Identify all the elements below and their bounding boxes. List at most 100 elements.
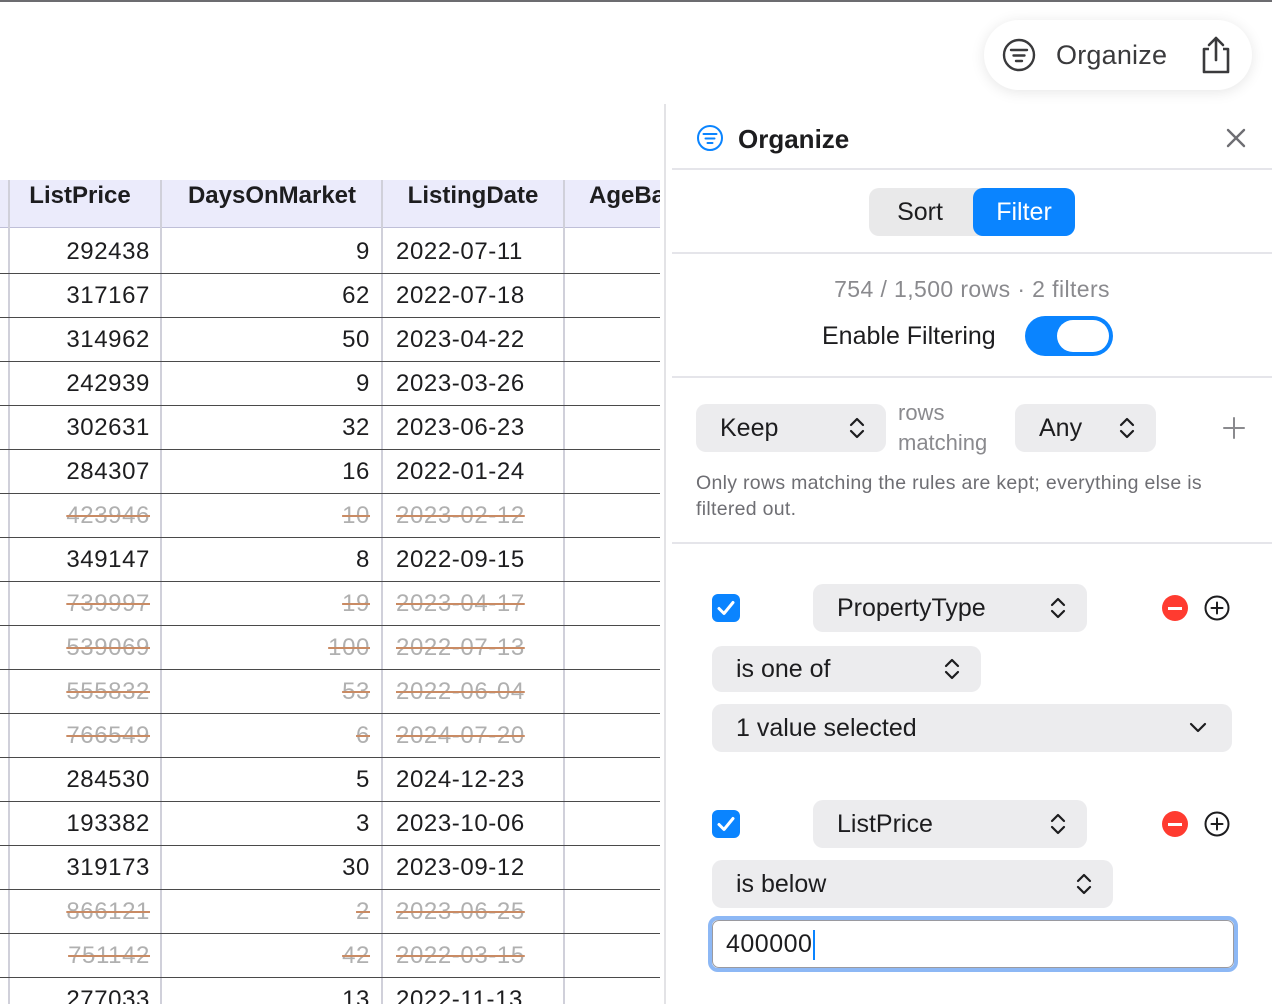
table-row[interactable]: 193382 3 2023-10-06 xyxy=(0,802,660,846)
cell-listingdate: 2024-07-20 xyxy=(396,722,525,749)
rule-2-operator-select[interactable]: is below xyxy=(712,860,1113,908)
sort-filter-segmented-control: Sort Filter xyxy=(869,188,1075,236)
cell-listprice: 349147 xyxy=(66,546,150,573)
rule-2-remove-button[interactable] xyxy=(1162,811,1188,837)
close-icon[interactable] xyxy=(1224,126,1248,150)
cell-listprice: 193382 xyxy=(66,810,150,837)
rule-2-value-text: 400000 xyxy=(726,930,816,961)
tab-filter[interactable]: Filter xyxy=(973,188,1075,236)
cell-listingdate: 2023-10-06 xyxy=(396,810,525,837)
table-row[interactable]: 739997 19 2023-04-17 xyxy=(0,582,660,626)
cell-listingdate: 2022-03-15 xyxy=(396,942,525,969)
cell-daysonmarket: 53 xyxy=(342,678,370,705)
cell-daysonmarket: 3 xyxy=(356,810,370,837)
add-rule-plus-icon[interactable] xyxy=(1222,416,1246,440)
table-row[interactable]: 314962 50 2023-04-22 xyxy=(0,318,660,362)
table-row[interactable]: 302631 32 2023-06-23 xyxy=(0,406,660,450)
cell-listprice: 284530 xyxy=(66,766,150,793)
keep-mode-select[interactable]: Keep xyxy=(696,404,886,452)
toggle-knob xyxy=(1057,320,1109,352)
cell-daysonmarket: 62 xyxy=(342,282,370,309)
cell-daysonmarket: 9 xyxy=(356,370,370,397)
chevron-down-icon xyxy=(1189,722,1207,733)
cell-listingdate: 2023-09-12 xyxy=(396,854,525,881)
updown-chevron-icon xyxy=(1050,813,1066,835)
table-row[interactable]: 766549 6 2024-07-20 xyxy=(0,714,660,758)
cell-daysonmarket: 8 xyxy=(356,546,370,573)
table-row[interactable]: 751142 42 2022-03-15 xyxy=(0,934,660,978)
column-header-listprice[interactable]: ListPrice xyxy=(0,180,160,228)
cell-listingdate: 2023-06-23 xyxy=(396,414,525,441)
table-row[interactable]: 317167 62 2022-07-18 xyxy=(0,274,660,318)
cell-listingdate: 2023-02-12 xyxy=(396,502,525,529)
cell-daysonmarket: 19 xyxy=(342,590,370,617)
filter-icon xyxy=(697,125,723,151)
cell-listprice: 302631 xyxy=(66,414,150,441)
table-row[interactable]: 277033 13 2022-11-13 xyxy=(0,978,660,1004)
cell-listprice: 866121 xyxy=(66,898,150,925)
data-table: ListPrice DaysOnMarket ListingDate AgeBa… xyxy=(0,180,660,1004)
table-row[interactable]: 284530 5 2024-12-23 xyxy=(0,758,660,802)
rule-1-values-summary: 1 value selected xyxy=(736,714,917,742)
cell-listprice: 314962 xyxy=(66,326,150,353)
updown-chevron-icon xyxy=(1076,873,1092,895)
panel-divider xyxy=(664,104,666,1004)
cell-daysonmarket: 6 xyxy=(356,722,370,749)
rule-1-remove-button[interactable] xyxy=(1162,595,1188,621)
cell-listprice: 739997 xyxy=(66,590,150,617)
text-caret xyxy=(813,930,816,961)
table-row[interactable]: 555832 53 2022-06-04 xyxy=(0,670,660,714)
separator xyxy=(672,252,1272,254)
cell-listingdate: 2022-07-11 xyxy=(396,238,523,265)
table-row[interactable]: 349147 8 2022-09-15 xyxy=(0,538,660,582)
rule-2-enabled-checkbox[interactable] xyxy=(712,810,740,838)
table-row[interactable]: 866121 2 2023-06-25 xyxy=(0,890,660,934)
cell-listprice: 242939 xyxy=(66,370,150,397)
rule-2-field-select[interactable]: ListPrice xyxy=(813,800,1087,848)
column-header-listingdate[interactable]: ListingDate xyxy=(384,180,562,228)
cell-listprice: 423946 xyxy=(66,502,150,529)
rule-2-operator-value: is below xyxy=(736,870,827,898)
share-icon[interactable] xyxy=(1196,34,1236,76)
separator xyxy=(672,542,1272,544)
cell-listprice: 292438 xyxy=(66,238,150,265)
filter-description: Only rows matching the rules are kept; e… xyxy=(696,472,1202,520)
cell-listingdate: 2023-06-25 xyxy=(396,898,525,925)
rule-1-enabled-checkbox[interactable] xyxy=(712,594,740,622)
filter-icon[interactable] xyxy=(1002,38,1036,72)
updown-chevron-icon xyxy=(1050,597,1066,619)
cell-listprice: 319173 xyxy=(66,854,150,881)
rule-1-field-select[interactable]: PropertyType xyxy=(813,584,1087,632)
column-header-agebucket[interactable]: AgeBa xyxy=(589,180,660,228)
table-row[interactable]: 319173 30 2023-09-12 xyxy=(0,846,660,890)
updown-chevron-icon xyxy=(1119,417,1135,439)
table-header: ListPrice DaysOnMarket ListingDate AgeBa xyxy=(0,180,660,228)
separator xyxy=(672,168,1272,170)
cell-listprice: 539069 xyxy=(66,634,150,661)
cell-daysonmarket: 5 xyxy=(356,766,370,793)
table-row[interactable]: 292438 9 2022-07-11 xyxy=(0,230,660,274)
table-row[interactable]: 284307 16 2022-01-24 xyxy=(0,450,660,494)
enable-filtering-toggle[interactable] xyxy=(1025,316,1113,356)
table-row[interactable]: 423946 10 2023-02-12 xyxy=(0,494,660,538)
rule-2-add-circle-icon[interactable] xyxy=(1204,811,1230,837)
table-row[interactable]: 539069 100 2022-07-13 xyxy=(0,626,660,670)
cell-daysonmarket: 10 xyxy=(342,502,370,529)
column-header-daysonmarket[interactable]: DaysOnMarket xyxy=(162,180,382,228)
organize-toolbar-button[interactable]: Organize xyxy=(1056,40,1167,71)
cell-listingdate: 2022-07-18 xyxy=(396,282,525,309)
window-top-edge xyxy=(0,0,1272,2)
cell-listingdate: 2022-06-04 xyxy=(396,678,525,705)
cell-listingdate: 2023-04-22 xyxy=(396,326,525,353)
match-mode-select[interactable]: Any xyxy=(1015,404,1156,452)
cell-listprice: 277033 xyxy=(66,986,150,1004)
cell-daysonmarket: 100 xyxy=(328,634,370,661)
tab-sort[interactable]: Sort xyxy=(869,188,971,236)
cell-daysonmarket: 30 xyxy=(342,854,370,881)
rule-1-add-circle-icon[interactable] xyxy=(1204,595,1230,621)
rule-1-values-dropdown[interactable]: 1 value selected xyxy=(712,704,1232,752)
rule-2-value-input[interactable]: 400000 xyxy=(708,916,1238,972)
cell-listprice: 317167 xyxy=(66,282,150,309)
table-row[interactable]: 242939 9 2023-03-26 xyxy=(0,362,660,406)
rule-1-operator-select[interactable]: is one of xyxy=(712,646,981,692)
